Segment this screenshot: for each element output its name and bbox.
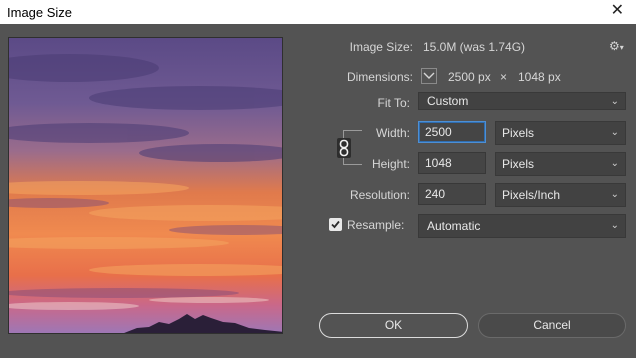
- cancel-button[interactable]: Cancel: [478, 313, 626, 338]
- image-size-value: 15.0M (was 1.74G): [423, 40, 526, 54]
- gear-icon[interactable]: ⚙▾: [609, 39, 624, 53]
- height-unit-value: Pixels: [502, 157, 535, 171]
- chevron-down-icon: ⌄: [610, 96, 619, 107]
- resample-checkbox[interactable]: [329, 218, 342, 231]
- chevron-down-icon: [423, 72, 435, 79]
- ok-button[interactable]: OK: [319, 313, 468, 338]
- dimensions-height: 1048 px: [518, 70, 561, 84]
- dimensions-units-dropdown[interactable]: [421, 68, 437, 84]
- fit-to-value: Custom: [427, 94, 469, 108]
- constrain-proportions-link-icon[interactable]: [337, 138, 351, 158]
- resample-method-value: Automatic: [427, 219, 481, 233]
- height-unit-select[interactable]: Pixels ⌄: [495, 152, 626, 176]
- resample-method-select[interactable]: Automatic ⌄: [418, 214, 626, 238]
- height-label: Height:: [371, 157, 410, 171]
- dimensions-width: 2500 px: [448, 70, 491, 84]
- chevron-down-icon: ⌄: [610, 158, 619, 169]
- width-label: Width:: [375, 126, 410, 140]
- constrain-bracket-bottom: [343, 157, 362, 165]
- resample-label: Resample:: [347, 218, 405, 232]
- width-input[interactable]: 2500: [418, 121, 486, 143]
- resolution-label: Resolution:: [349, 188, 410, 202]
- fit-to-select[interactable]: Custom ⌄: [418, 92, 626, 110]
- title-bar: Image Size ✕: [0, 0, 636, 24]
- resolution-input[interactable]: 240: [418, 183, 486, 205]
- chevron-down-icon: ⌄: [610, 189, 619, 200]
- chevron-down-icon: ⌄: [610, 127, 619, 138]
- width-unit-select[interactable]: Pixels ⌄: [495, 121, 626, 145]
- sunset-sky-preview-image: [9, 38, 282, 333]
- window-title: Image Size: [7, 5, 73, 20]
- fit-to-label: Fit To:: [377, 96, 410, 110]
- image-size-label: Image Size:: [349, 40, 413, 54]
- chevron-down-icon: ⌄: [610, 220, 619, 231]
- dimensions-times: ×: [500, 70, 508, 84]
- checkmark-icon: [331, 220, 340, 229]
- width-unit-value: Pixels: [502, 126, 535, 140]
- close-icon[interactable]: ✕: [611, 3, 624, 19]
- chain-link-icon: [339, 139, 349, 157]
- resolution-unit-select[interactable]: Pixels/Inch ⌄: [495, 183, 626, 207]
- constrain-bracket-top: [343, 130, 362, 138]
- dimensions-label: Dimensions:: [346, 70, 413, 84]
- image-preview[interactable]: [8, 37, 283, 334]
- height-input[interactable]: 1048: [418, 152, 486, 174]
- resolution-unit-value: Pixels/Inch: [502, 188, 561, 202]
